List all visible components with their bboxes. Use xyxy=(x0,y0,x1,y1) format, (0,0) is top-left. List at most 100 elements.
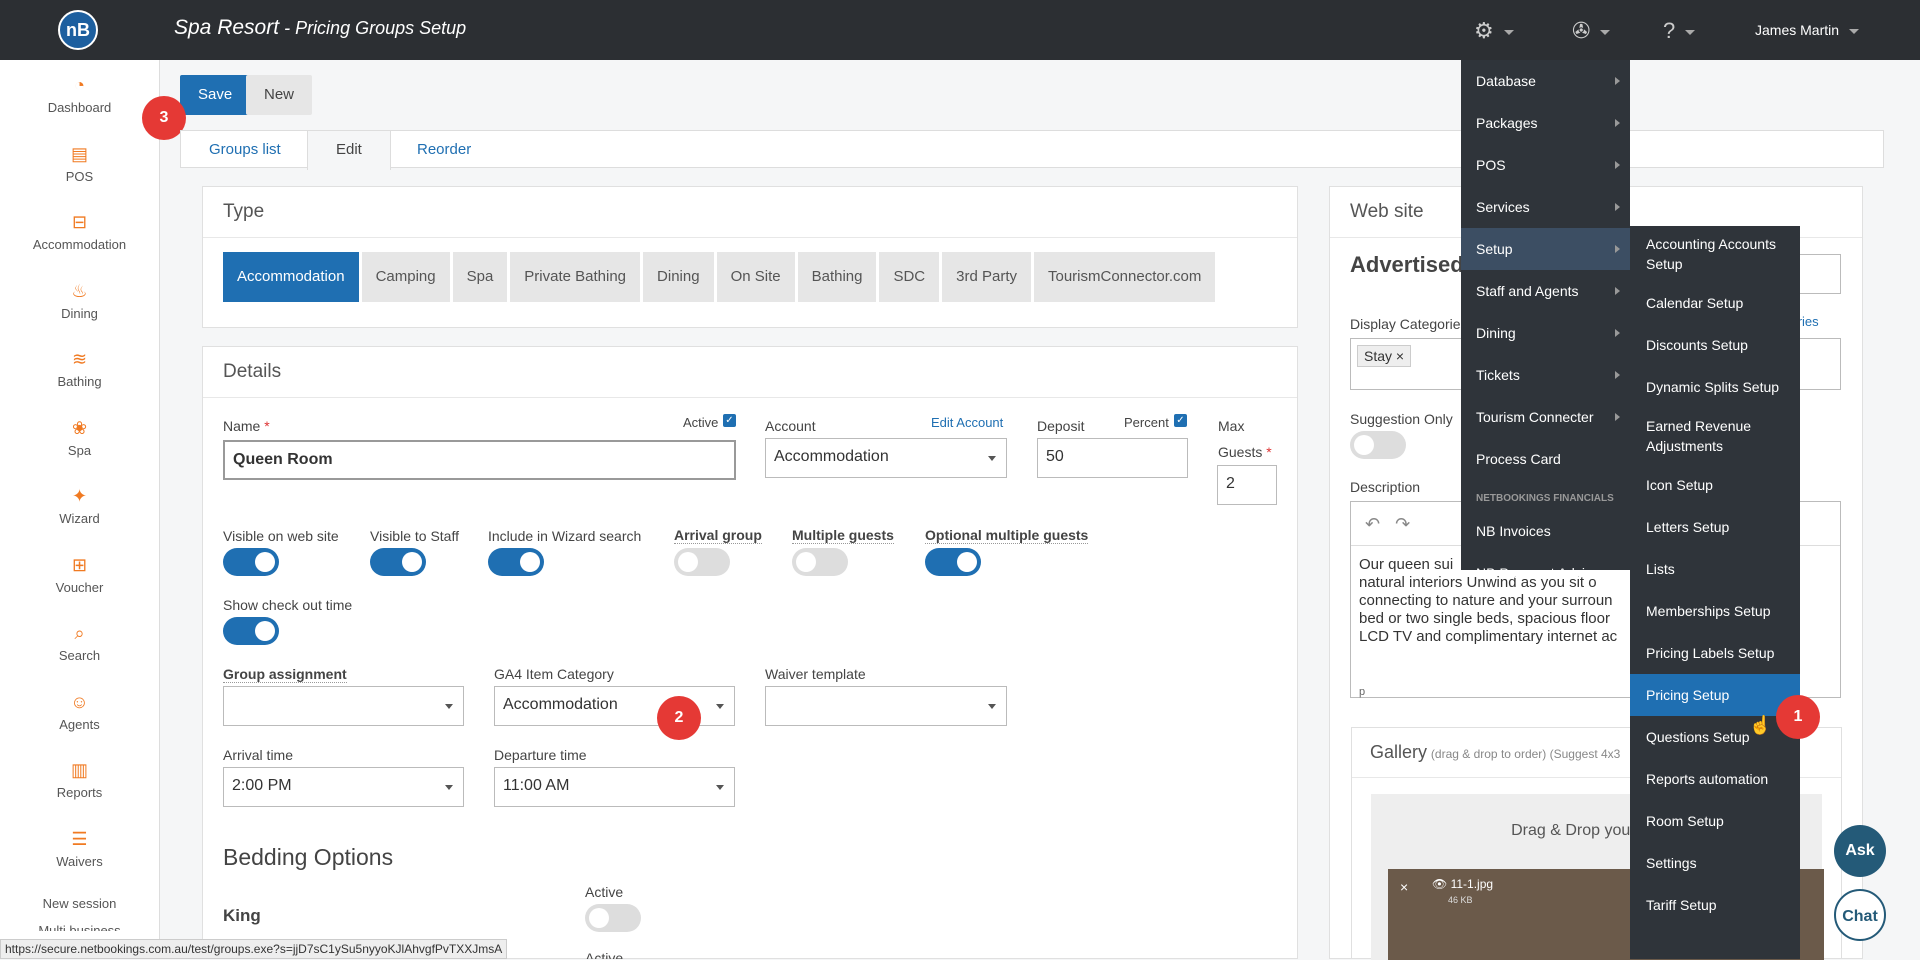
top-bar: nB Spa Resort - Pricing Groups Setup ⚙ ✇… xyxy=(0,0,1920,60)
type-option[interactable]: SDC xyxy=(879,252,940,302)
thumb-remove-icon[interactable]: × xyxy=(1400,879,1408,895)
submenu-item[interactable]: Accounting Accounts Setup xyxy=(1630,226,1800,282)
type-option[interactable]: Camping xyxy=(361,252,450,302)
toggle-multiple-guests[interactable] xyxy=(792,548,848,576)
menu-item[interactable]: NB Invoices xyxy=(1461,510,1630,552)
submenu-item[interactable]: Letters Setup xyxy=(1630,506,1800,548)
sidebar-item-search[interactable]: ⌕ Search xyxy=(0,608,159,677)
help-icon[interactable]: ? xyxy=(1663,18,1696,44)
submenu-item[interactable]: Questions Setup xyxy=(1630,716,1800,758)
toggle-visible-staff[interactable] xyxy=(370,548,426,576)
name-input[interactable]: Queen Room xyxy=(223,440,736,480)
sidebar-item-waivers[interactable]: ☰ Waivers xyxy=(0,814,159,883)
sidebar-item-label: Bathing xyxy=(57,374,102,389)
active-checkbox[interactable]: ✓ xyxy=(723,414,736,427)
submenu-item[interactable]: Icon Setup xyxy=(1630,464,1800,506)
tab-reorder[interactable]: Reorder xyxy=(389,131,499,169)
toggle-wizard-search[interactable] xyxy=(488,548,544,576)
menu-item[interactable]: Dining xyxy=(1461,312,1630,354)
toggle-suggestion[interactable] xyxy=(1350,431,1406,459)
toggle-king-active[interactable] xyxy=(585,904,641,932)
sidebar-new-session[interactable]: New session xyxy=(0,882,159,911)
deposit-input[interactable]: 50 xyxy=(1037,438,1188,478)
menu-item[interactable]: NB Payment Advices xyxy=(1461,552,1630,594)
percent-checkbox[interactable]: ✓ xyxy=(1174,414,1187,427)
menu-item[interactable]: Process Card xyxy=(1461,438,1630,480)
sidebar-item-voucher[interactable]: ⊞ Voucher xyxy=(0,540,159,609)
arrival-time-select[interactable]: 2:00 PM xyxy=(223,767,464,807)
sidebar-item-pos[interactable]: ▤ POS xyxy=(0,129,159,198)
submenu-item[interactable]: Memberships Setup xyxy=(1630,590,1800,632)
sidebar-item-agents[interactable]: ☺ Agents xyxy=(0,677,159,746)
gears-icon[interactable]: ⚙ xyxy=(1474,18,1514,44)
sidebar-item-bathing[interactable]: ≋ Bathing xyxy=(0,334,159,403)
tab-groups-list[interactable]: Groups list xyxy=(181,131,309,169)
group-assignment-select[interactable] xyxy=(223,686,464,726)
save-button[interactable]: Save xyxy=(180,75,251,115)
submenu-item[interactable]: Reports automation xyxy=(1630,758,1800,800)
menu-item[interactable]: POS xyxy=(1461,144,1630,186)
details-heading: Details xyxy=(203,347,1297,398)
group-assignment-label: Group assignment xyxy=(223,666,347,683)
type-option[interactable]: Accommodation xyxy=(223,252,359,302)
ask-button[interactable]: Ask xyxy=(1834,825,1886,877)
type-option[interactable]: Dining xyxy=(643,252,714,302)
pos-icon: ▤ xyxy=(70,143,88,164)
type-option[interactable]: TourismConnector.com xyxy=(1034,252,1216,302)
menu-item[interactable]: Tickets xyxy=(1461,354,1630,396)
sidebar-multi-business[interactable]: Multi business xyxy=(0,911,159,931)
submenu-item[interactable]: Room Setup xyxy=(1630,800,1800,842)
bedding-heading: Bedding Options xyxy=(223,844,394,870)
type-option[interactable]: Bathing xyxy=(797,252,877,302)
type-option[interactable]: Spa xyxy=(452,252,508,302)
submenu-item[interactable]: Pricing Labels Setup xyxy=(1630,632,1800,674)
max-guests-input[interactable]: 2 xyxy=(1217,465,1277,505)
sidebar-item-spa[interactable]: ❀ Spa xyxy=(0,403,159,472)
departure-time-select[interactable]: 11:00 AM xyxy=(494,767,735,807)
account-select[interactable]: Accommodation xyxy=(765,438,1007,478)
menu-item[interactable]: Setup xyxy=(1461,228,1630,270)
edit-account-link[interactable]: Edit Account xyxy=(931,415,1003,430)
undo-icon[interactable]: ↶ xyxy=(1365,514,1380,534)
menu-item[interactable]: Tourism Connecter xyxy=(1461,396,1630,438)
user-menu[interactable]: James Martin xyxy=(1755,22,1860,38)
status-bar-url: https://secure.netbookings.com.au/test/g… xyxy=(0,939,508,959)
chat-button[interactable]: Chat xyxy=(1834,889,1886,941)
sidebar-item-dashboard[interactable]: ◔ Dashboard xyxy=(0,60,159,129)
logo[interactable]: nB xyxy=(58,10,98,50)
menu-item[interactable]: Services xyxy=(1461,186,1630,228)
toggle-visible-web[interactable] xyxy=(223,548,279,576)
new-button[interactable]: New xyxy=(246,75,313,115)
type-heading: Type xyxy=(203,187,1297,238)
waiver-select[interactable] xyxy=(765,686,1007,726)
gallery-hint: (drag & drop to order) (Suggest 4x3 xyxy=(1430,747,1621,761)
bedding-active-label: Active xyxy=(585,884,624,900)
submenu-item[interactable]: Lists xyxy=(1630,548,1800,590)
submenu-item[interactable]: Tariff Setup xyxy=(1630,884,1800,926)
submenu-item[interactable]: Pricing Setup xyxy=(1630,674,1800,716)
submenu-item[interactable]: Settings xyxy=(1630,842,1800,884)
toggle-arrival-group[interactable] xyxy=(674,548,730,576)
submenu-item[interactable]: Calendar Setup xyxy=(1630,282,1800,324)
menu-item[interactable]: Packages xyxy=(1461,102,1630,144)
sidebar-item-label: Voucher xyxy=(55,579,104,595)
toggle-checkout-time[interactable] xyxy=(223,617,279,645)
tag-remove-icon[interactable]: × xyxy=(1396,348,1404,364)
sidebar-item-reports[interactable]: ▥ Reports xyxy=(0,745,159,814)
tools-icon[interactable]: ✇ xyxy=(1572,18,1611,44)
sidebar-item-dining[interactable]: ♨ Dining xyxy=(0,266,159,335)
settings-menu: Database Packages POS Services Setup Staff an… xyxy=(1461,60,1630,581)
sidebar-item-wizard[interactable]: ✦ Wizard xyxy=(0,471,159,540)
sidebar-item-accommodation[interactable]: ⊟ Accommodation xyxy=(0,197,159,266)
type-option[interactable]: Private Bathing xyxy=(510,252,641,302)
type-option[interactable]: On Site xyxy=(716,252,795,302)
type-option[interactable]: 3rd Party xyxy=(942,252,1031,302)
menu-item[interactable]: Staff and Agents xyxy=(1461,270,1630,312)
menu-item[interactable]: Database xyxy=(1461,60,1630,102)
toggle-optional-guests[interactable] xyxy=(925,548,981,576)
submenu-item[interactable]: Dynamic Splits Setup xyxy=(1630,366,1800,408)
submenu-item[interactable]: Earned Revenue Adjustments xyxy=(1630,408,1800,464)
redo-icon[interactable]: ↷ xyxy=(1395,514,1410,534)
tab-edit[interactable]: Edit xyxy=(307,131,391,170)
submenu-item[interactable]: Discounts Setup xyxy=(1630,324,1800,366)
